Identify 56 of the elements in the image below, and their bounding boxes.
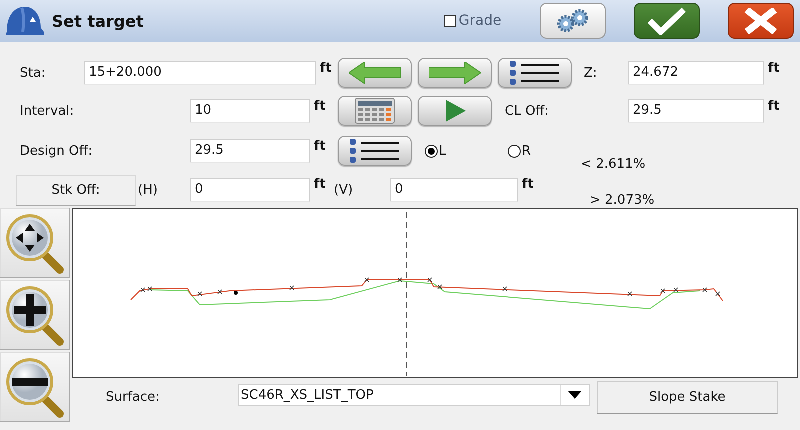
close-icon [743,8,779,34]
cl-offset-field[interactable]: 29.5 [628,99,764,123]
z-label: Z: [583,66,598,80]
left-arrow-icon [349,62,401,84]
next-station-button[interactable] [418,58,492,88]
zoom-in-icon [4,284,66,346]
play-icon [443,99,467,123]
station-list-button[interactable] [498,58,572,88]
zoom-out-button[interactable] [0,352,70,422]
vertical-label: (V) [333,182,354,198]
slope-stake-button[interactable]: Slope Stake [597,381,778,414]
unit-label: ft [522,177,534,192]
grade-label: Grade [458,13,502,29]
right-arrow-icon [429,62,481,84]
slope-reading: < 2.611% [581,157,646,172]
unit-label: ft [314,99,326,114]
design-offset-label: Design Off: [19,144,94,158]
z-field[interactable]: 24.672 [628,61,764,85]
station-label: Sta: [19,66,47,80]
confirm-button[interactable] [634,3,700,39]
calculator-icon [355,98,395,124]
surface-dropdown[interactable]: SC46R_XS_LIST_TOP [238,384,590,406]
checkmark-icon [647,7,687,35]
zoom-in-button[interactable] [0,280,70,350]
cl-offset-label: CL Off: [504,104,550,118]
design-offset-list-button[interactable] [338,136,412,166]
side-radio[interactable]: R [508,144,532,158]
horizontal-offset-field[interactable]: 0 [190,178,310,202]
vertical-offset-field[interactable]: 0 [390,178,518,202]
zoom-out-icon [4,356,66,418]
slope-reading: > 2.073% [590,193,655,208]
unit-label: ft [314,177,326,192]
numbered-list-icon [349,138,401,164]
unit-label: ft [768,99,780,114]
unit-label: ft [768,61,780,76]
unit-label: ft [320,61,332,76]
interval-field[interactable]: 10 [190,99,310,123]
horizontal-label: (H) [137,182,159,198]
unit-label: ft [314,139,326,154]
interval-label: Interval: [19,104,76,118]
station-field[interactable]: 15+20.000 [84,61,316,85]
play-button[interactable] [418,96,492,126]
previous-station-button[interactable] [338,58,412,88]
numbered-list-icon [509,60,561,86]
pan-zoom-button[interactable] [0,208,70,278]
pan-magnifier-icon [4,212,66,274]
dropdown-arrow-icon [568,391,582,399]
stake-offset-button[interactable]: Stk Off: [16,174,136,206]
surface-label: Surface: [106,390,161,405]
window-title: Set target [52,12,144,30]
close-button[interactable] [728,3,794,39]
hard-hat-icon [4,4,44,38]
calculator-button[interactable] [338,96,412,126]
settings-button[interactable] [540,3,606,39]
grade-checkbox[interactable] [444,15,456,27]
design-offset-field[interactable]: 29.5 [190,139,310,163]
